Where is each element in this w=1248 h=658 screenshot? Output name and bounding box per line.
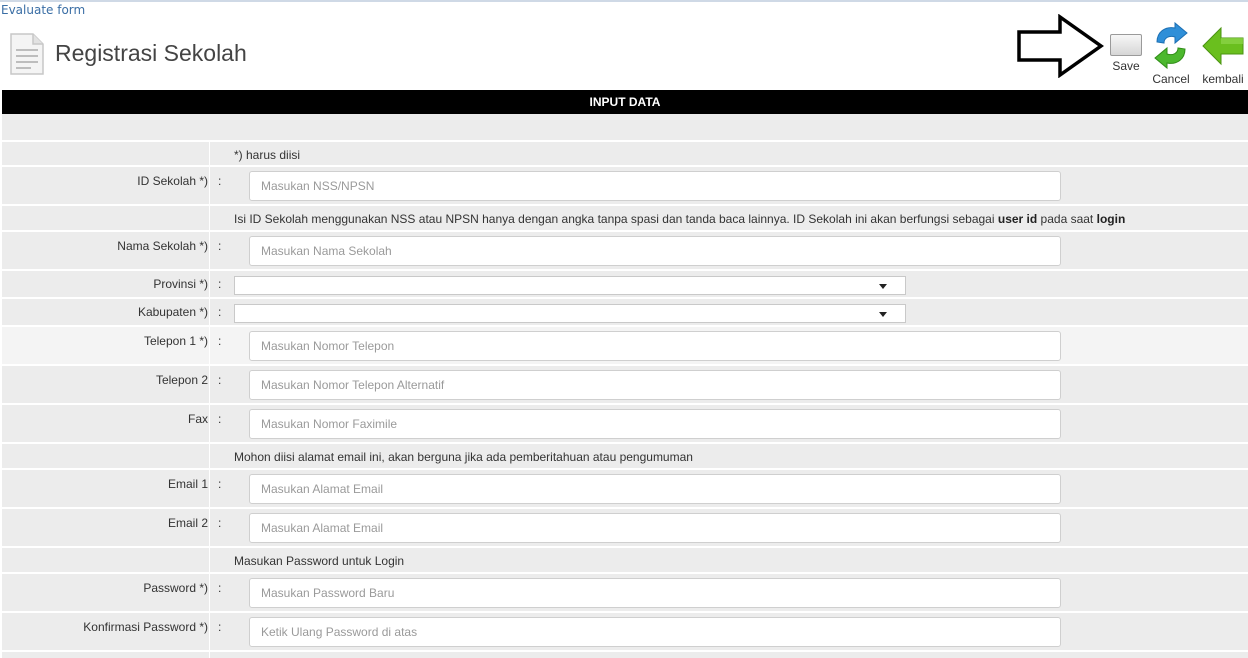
colon: :	[218, 477, 222, 491]
email1-row: Email 1 :	[2, 470, 1248, 508]
save-icon	[1110, 34, 1142, 56]
trailing-row	[2, 652, 1248, 658]
section-header: INPUT DATA	[2, 90, 1248, 114]
nama-sekolah-input[interactable]	[249, 236, 1061, 266]
green-left-arrow-icon	[1202, 26, 1244, 66]
password-note: Masukan Password untuk Login	[234, 554, 405, 568]
password-note-row: Masukan Password untuk Login	[2, 548, 1248, 573]
spacer-row	[2, 114, 1248, 141]
telepon1-row: Telepon 1 *) :	[2, 327, 1248, 365]
telepon2-label: Telepon 2	[155, 373, 208, 387]
telepon1-label: Telepon 1 *)	[143, 334, 208, 348]
registration-form: *) harus diisi ID Sekolah *) : Isi ID Se…	[2, 114, 1248, 658]
fax-label: Fax	[187, 412, 208, 426]
colon: :	[218, 620, 222, 634]
id-note-row: Isi ID Sekolah menggunakan NSS atau NPSN…	[2, 206, 1248, 231]
page-title: Registrasi Sekolah	[55, 40, 247, 66]
telepon2-row: Telepon 2 :	[2, 366, 1248, 404]
colon: :	[218, 334, 222, 348]
colon: :	[218, 516, 222, 530]
provinsi-label: Provinsi *)	[153, 277, 208, 291]
kembali-label: kembali	[1202, 72, 1244, 86]
password-label: Password *)	[143, 581, 208, 595]
id-sekolah-row: ID Sekolah *) :	[2, 167, 1248, 205]
required-note-row: *) harus diisi	[2, 142, 1248, 166]
colon: :	[218, 277, 222, 291]
password-row: Password *) :	[2, 574, 1248, 612]
id-sekolah-input[interactable]	[249, 171, 1061, 201]
email1-input[interactable]	[249, 474, 1061, 504]
password-input[interactable]	[249, 578, 1061, 608]
kembali-button[interactable]: kembali	[1198, 22, 1248, 86]
email-note: Mohon diisi alamat email ini, akan bergu…	[234, 450, 693, 464]
chevron-down-icon	[879, 284, 887, 289]
outline-right-arrow-icon	[1017, 14, 1104, 78]
id-sekolah-note: Isi ID Sekolah menggunakan NSS atau NPSN…	[234, 212, 1126, 226]
konfirmasi-password-input[interactable]	[249, 617, 1061, 647]
id-sekolah-label: ID Sekolah *)	[137, 174, 208, 188]
refresh-arrows-icon	[1154, 22, 1188, 70]
email2-input[interactable]	[249, 513, 1061, 543]
konfirmasi-password-row: Konfirmasi Password *) :	[2, 613, 1248, 651]
colon: :	[218, 174, 222, 188]
nama-sekolah-row: Nama Sekolah *) :	[2, 232, 1248, 270]
kabupaten-select[interactable]	[234, 304, 906, 323]
nama-sekolah-label: Nama Sekolah *)	[117, 239, 208, 253]
evaluate-form-link[interactable]: Evaluate form	[1, 3, 85, 17]
fax-row: Fax :	[2, 405, 1248, 443]
colon: :	[218, 373, 222, 387]
provinsi-select[interactable]	[234, 276, 906, 295]
provinsi-row: Provinsi *) :	[2, 271, 1248, 298]
save-label: Save	[1112, 59, 1140, 73]
save-button[interactable]: Save	[1106, 34, 1146, 73]
email2-row: Email 2 :	[2, 509, 1248, 547]
kabupaten-label: Kabupaten *)	[137, 305, 208, 319]
cancel-label: Cancel	[1152, 72, 1190, 86]
cancel-button[interactable]: Cancel	[1148, 22, 1194, 86]
email-note-row: Mohon diisi alamat email ini, akan bergu…	[2, 444, 1248, 469]
telepon2-input[interactable]	[249, 370, 1061, 400]
required-note: *) harus diisi	[234, 148, 301, 162]
colon: :	[218, 412, 222, 426]
email2-label: Email 2	[167, 516, 208, 530]
telepon1-input[interactable]	[249, 331, 1061, 361]
colon: :	[218, 239, 222, 253]
colon: :	[218, 581, 222, 595]
top-border	[0, 0, 1248, 2]
colon: :	[218, 305, 222, 319]
email1-label: Email 1	[167, 477, 208, 491]
konfirmasi-password-label: Konfirmasi Password *)	[83, 620, 208, 634]
kabupaten-row: Kabupaten *) :	[2, 299, 1248, 326]
document-icon	[10, 33, 44, 75]
chevron-down-icon	[879, 312, 887, 317]
fax-input[interactable]	[249, 409, 1061, 439]
